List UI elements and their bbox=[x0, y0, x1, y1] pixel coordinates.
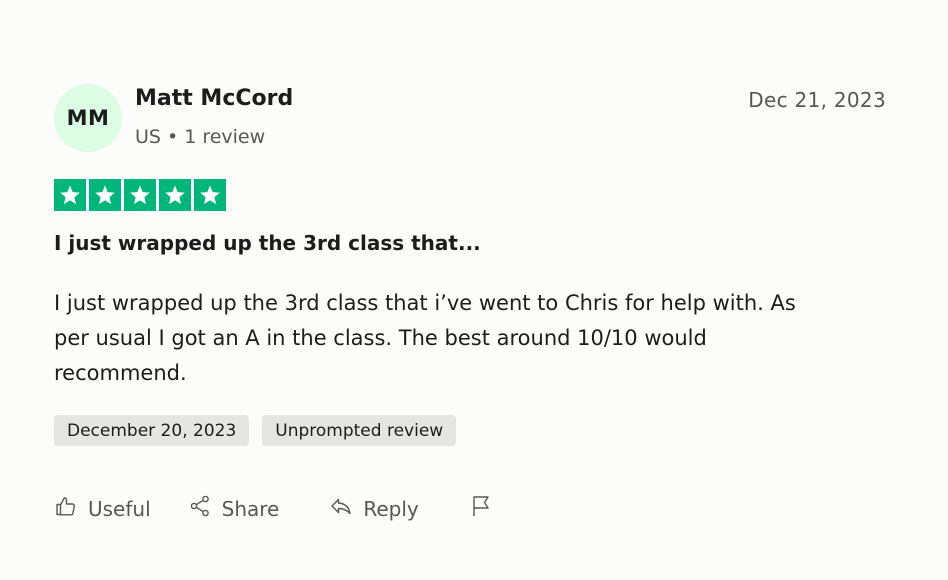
flag-icon bbox=[469, 494, 493, 523]
reviewer-country: US bbox=[135, 126, 161, 148]
review-date: Dec 21, 2023 bbox=[748, 88, 886, 112]
experience-date-tag: December 20, 2023 bbox=[54, 415, 250, 446]
star-icon bbox=[124, 179, 156, 211]
reply-label: Reply bbox=[363, 496, 419, 521]
reviewer-meta: US • 1 review bbox=[135, 126, 265, 148]
report-button[interactable] bbox=[469, 494, 493, 523]
star-rating bbox=[54, 179, 226, 211]
review-tags: December 20, 2023 Unprompted review bbox=[54, 415, 457, 446]
review-actions: Useful Share Reply bbox=[54, 494, 493, 523]
unprompted-review-tag[interactable]: Unprompted review bbox=[262, 415, 457, 446]
reviewer-name[interactable]: Matt McCord bbox=[135, 86, 293, 111]
useful-label: Useful bbox=[88, 496, 151, 521]
avatar[interactable]: MM bbox=[54, 84, 122, 152]
reviewer-review-count[interactable]: 1 review bbox=[184, 126, 265, 148]
meta-separator: • bbox=[166, 126, 179, 148]
reply-button[interactable]: Reply bbox=[329, 494, 419, 523]
thumbs-up-icon bbox=[54, 494, 78, 523]
review-title[interactable]: I just wrapped up the 3rd class that... bbox=[54, 231, 481, 255]
useful-button[interactable]: Useful bbox=[54, 494, 151, 523]
star-icon bbox=[54, 179, 86, 211]
share-label: Share bbox=[221, 496, 280, 521]
avatar-initials: MM bbox=[66, 106, 110, 130]
star-icon bbox=[159, 179, 191, 211]
reply-icon bbox=[329, 494, 353, 523]
share-icon bbox=[188, 494, 212, 523]
review-card: MM Matt McCord US • 1 review Dec 21, 202… bbox=[0, 0, 948, 580]
review-body: I just wrapped up the 3rd class that i’v… bbox=[54, 291, 796, 385]
share-button[interactable]: Share bbox=[188, 494, 280, 523]
star-icon bbox=[194, 179, 226, 211]
star-icon bbox=[89, 179, 121, 211]
